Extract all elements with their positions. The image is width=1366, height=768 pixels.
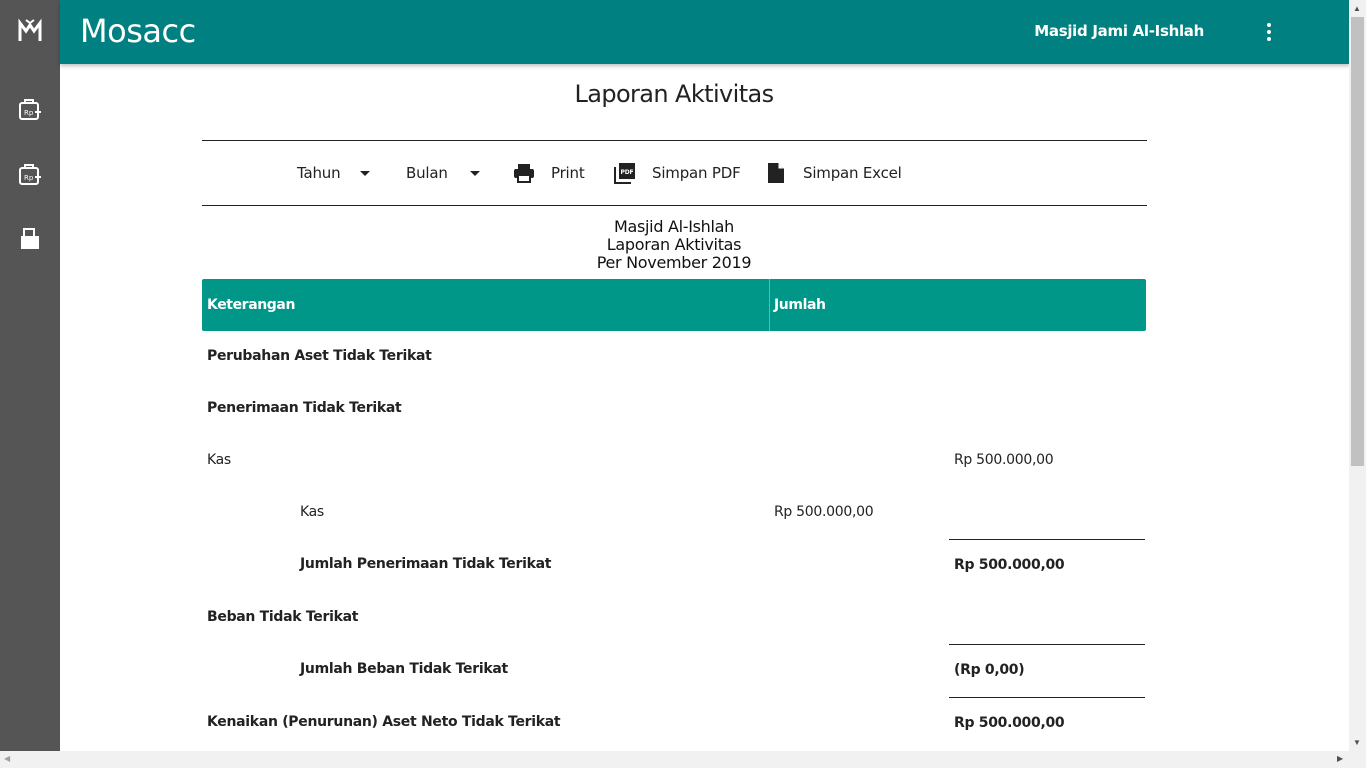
page-title: Laporan Aktivitas bbox=[574, 80, 774, 108]
scroll-up-icon[interactable]: ▲ bbox=[1353, 4, 1361, 13]
print-button[interactable]: Print bbox=[513, 141, 585, 205]
svg-text:PDF: PDF bbox=[621, 169, 634, 176]
cash-out-icon[interactable]: Rp bbox=[17, 161, 43, 187]
row-label: Kas bbox=[207, 452, 231, 468]
logo-icon[interactable] bbox=[17, 18, 43, 44]
scroll-right-icon[interactable]: ▶ bbox=[1337, 754, 1343, 763]
year-dropdown-label: Tahun bbox=[297, 164, 341, 182]
month-dropdown[interactable]: Bulan bbox=[406, 141, 480, 205]
row-total: (Rp 0,00) bbox=[954, 662, 1025, 678]
print-label: Print bbox=[551, 164, 585, 182]
printer-icon bbox=[513, 162, 535, 184]
report-org: Masjid Al-Ishlah bbox=[613, 217, 735, 236]
column-header-jumlah: Jumlah bbox=[774, 297, 826, 313]
row-label: Perubahan Aset Tidak Terikat bbox=[207, 348, 432, 364]
row-total: Rp 500.000,00 bbox=[954, 715, 1065, 731]
save-pdf-label: Simpan PDF bbox=[652, 164, 741, 182]
row-amount: Rp 500.000,00 bbox=[774, 504, 874, 520]
file-icon bbox=[765, 162, 787, 184]
chevron-down-icon bbox=[469, 170, 480, 176]
app-bar: Mosacc Masjid Jami Al-Ishlah bbox=[60, 0, 1350, 64]
row-label: Kenaikan (Penurunan) Aset Neto Tidak Ter… bbox=[207, 714, 561, 730]
svg-text:Rp: Rp bbox=[24, 109, 34, 117]
sum-divider bbox=[949, 539, 1145, 540]
year-dropdown[interactable]: Tahun bbox=[297, 141, 371, 205]
brand-title[interactable]: Mosacc bbox=[80, 12, 196, 50]
more-menu-icon[interactable] bbox=[1258, 20, 1280, 44]
column-header-keterangan: Keterangan bbox=[207, 297, 296, 313]
column-divider bbox=[769, 279, 770, 331]
sum-divider bbox=[949, 644, 1145, 645]
svg-text:Rp: Rp bbox=[24, 174, 34, 182]
pdf-icon: PDF bbox=[614, 162, 636, 184]
report-toolbar: Tahun Bulan Print PDF Simpan PDF Simpan … bbox=[202, 141, 1147, 205]
vertical-scrollbar[interactable]: ▲ ▼ bbox=[1349, 0, 1366, 751]
report-icon[interactable] bbox=[17, 226, 43, 252]
row-label: Kas bbox=[300, 504, 324, 520]
org-name: Masjid Jami Al-Ishlah bbox=[1034, 22, 1204, 40]
month-dropdown-label: Bulan bbox=[406, 164, 448, 182]
scroll-left-icon[interactable]: ◀ bbox=[4, 754, 10, 763]
cash-in-icon[interactable]: Rp bbox=[17, 96, 43, 122]
save-excel-button[interactable]: Simpan Excel bbox=[765, 141, 902, 205]
row-label: Jumlah Penerimaan Tidak Terikat bbox=[300, 556, 552, 572]
save-excel-label: Simpan Excel bbox=[803, 164, 902, 182]
table-header: Keterangan Jumlah bbox=[202, 279, 1146, 331]
scrollbar-thumb[interactable] bbox=[1351, 17, 1364, 466]
toolbar-bottom-divider bbox=[202, 205, 1147, 206]
side-rail: Rp Rp bbox=[0, 0, 60, 768]
horizontal-scrollbar[interactable]: ◀ ▶ bbox=[0, 751, 1366, 768]
scroll-down-icon[interactable]: ▼ bbox=[1353, 738, 1361, 747]
row-label: Jumlah Beban Tidak Terikat bbox=[300, 661, 508, 677]
row-total: Rp 500.000,00 bbox=[954, 557, 1065, 573]
report-title: Laporan Aktivitas bbox=[606, 235, 742, 254]
chevron-down-icon bbox=[360, 170, 371, 176]
sum-divider bbox=[949, 697, 1145, 698]
save-pdf-button[interactable]: PDF Simpan PDF bbox=[614, 141, 741, 205]
report-period: Per November 2019 bbox=[596, 253, 752, 272]
row-label: Penerimaan Tidak Terikat bbox=[207, 400, 402, 416]
report-heading: Masjid Al-Ishlah Laporan Aktivitas Per N… bbox=[202, 218, 1146, 272]
row-total: Rp 500.000,00 bbox=[954, 452, 1054, 468]
row-label: Beban Tidak Terikat bbox=[207, 609, 359, 625]
